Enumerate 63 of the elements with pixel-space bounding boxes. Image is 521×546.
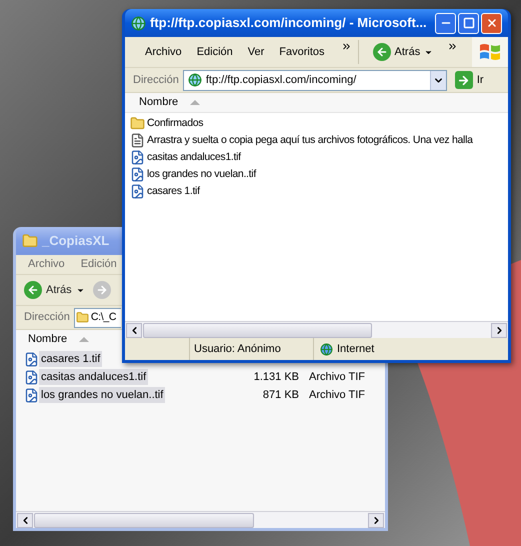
file-name[interactable]: casitas andaluces1.tif — [145, 150, 243, 166]
file-name[interactable]: casares 1.tif — [39, 350, 102, 368]
window-title: ftp://ftp.copiasxl.com/incoming/ - Microsoft... — [150, 14, 427, 32]
maximize-button[interactable] — [458, 12, 479, 34]
file-name[interactable]: casitas andaluces1.tif — [39, 368, 148, 386]
horizontal-scrollbar[interactable] — [125, 321, 508, 338]
menu-item[interactable]: Edición — [196, 44, 233, 60]
close-icon — [486, 17, 498, 29]
more-menu-icon[interactable] — [340, 41, 352, 52]
file-name[interactable]: los grandes no vuelan..tif — [39, 386, 166, 404]
globe-icon — [131, 16, 146, 30]
globe-icon — [188, 73, 202, 87]
sort-arrow-icon — [79, 336, 90, 342]
window-title: _CopiasXL — [42, 232, 110, 250]
scroll-left-icon[interactable] — [126, 322, 142, 338]
scroll-thumb[interactable] — [143, 322, 372, 338]
close-button[interactable] — [481, 12, 502, 34]
image-file-icon — [24, 370, 39, 384]
image-file-icon — [130, 150, 145, 165]
menu-item[interactable]: Archivo — [145, 44, 182, 60]
file-type: Archivo TIF — [309, 388, 366, 403]
address-field[interactable]: C:\_C — [74, 308, 121, 328]
scroll-left-icon[interactable] — [17, 512, 33, 528]
column-header[interactable]: Nombre — [28, 330, 68, 348]
go-button[interactable]: Ir — [454, 71, 484, 89]
maximize-icon — [462, 17, 474, 29]
horizontal-scrollbar[interactable] — [16, 511, 385, 528]
image-file-icon — [24, 352, 39, 366]
status-zone: Internet — [337, 342, 374, 357]
file-type: Archivo TIF — [309, 370, 366, 385]
file-name[interactable]: casares 1.tif — [145, 184, 202, 200]
folder-icon — [22, 233, 38, 249]
image-file-icon — [130, 167, 145, 182]
more-toolbar-icon[interactable] — [447, 41, 458, 52]
status-user: Usuario: Anónimo — [189, 338, 313, 360]
image-file-icon — [24, 388, 39, 402]
folder-icon — [76, 311, 89, 324]
file-name[interactable]: Confirmados — [145, 116, 206, 132]
globe-icon — [320, 342, 333, 356]
minimize-button[interactable] — [435, 12, 456, 34]
menu-item[interactable]: Archivo — [28, 256, 65, 273]
sort-arrow-icon — [190, 100, 200, 105]
file-size: 871 KB — [262, 388, 299, 403]
address-label: Dirección — [24, 310, 70, 326]
scroll-thumb[interactable] — [34, 512, 254, 528]
scroll-right-icon[interactable] — [368, 512, 384, 528]
back-button[interactable]: Atrás — [372, 43, 434, 61]
image-file-icon — [130, 184, 145, 199]
menu-item[interactable]: Favoritos — [279, 44, 325, 60]
file-name[interactable]: Arrastra y suelta o copia pega aquí tus archivos fotográficos. Una vez halla — [145, 132, 475, 148]
column-header[interactable]: Nombre — [139, 94, 178, 111]
back-button[interactable]: Atrás — [24, 281, 85, 299]
file-name[interactable]: los grandes no vuelan..tif — [145, 166, 258, 182]
folder-icon — [130, 116, 145, 131]
file-size: 1.131 KB — [252, 370, 299, 385]
address-label: Dirección — [133, 72, 179, 88]
scroll-right-icon[interactable] — [491, 322, 507, 338]
text-file-icon — [130, 133, 145, 148]
address-field[interactable]: ftp://ftp.copiasxl.com/incoming/ — [182, 70, 447, 90]
menu-item[interactable]: Edición — [80, 256, 117, 273]
menu-item[interactable]: Ver — [248, 44, 264, 60]
dropdown-icon[interactable] — [430, 70, 446, 90]
flag-logo-icon — [479, 42, 501, 62]
